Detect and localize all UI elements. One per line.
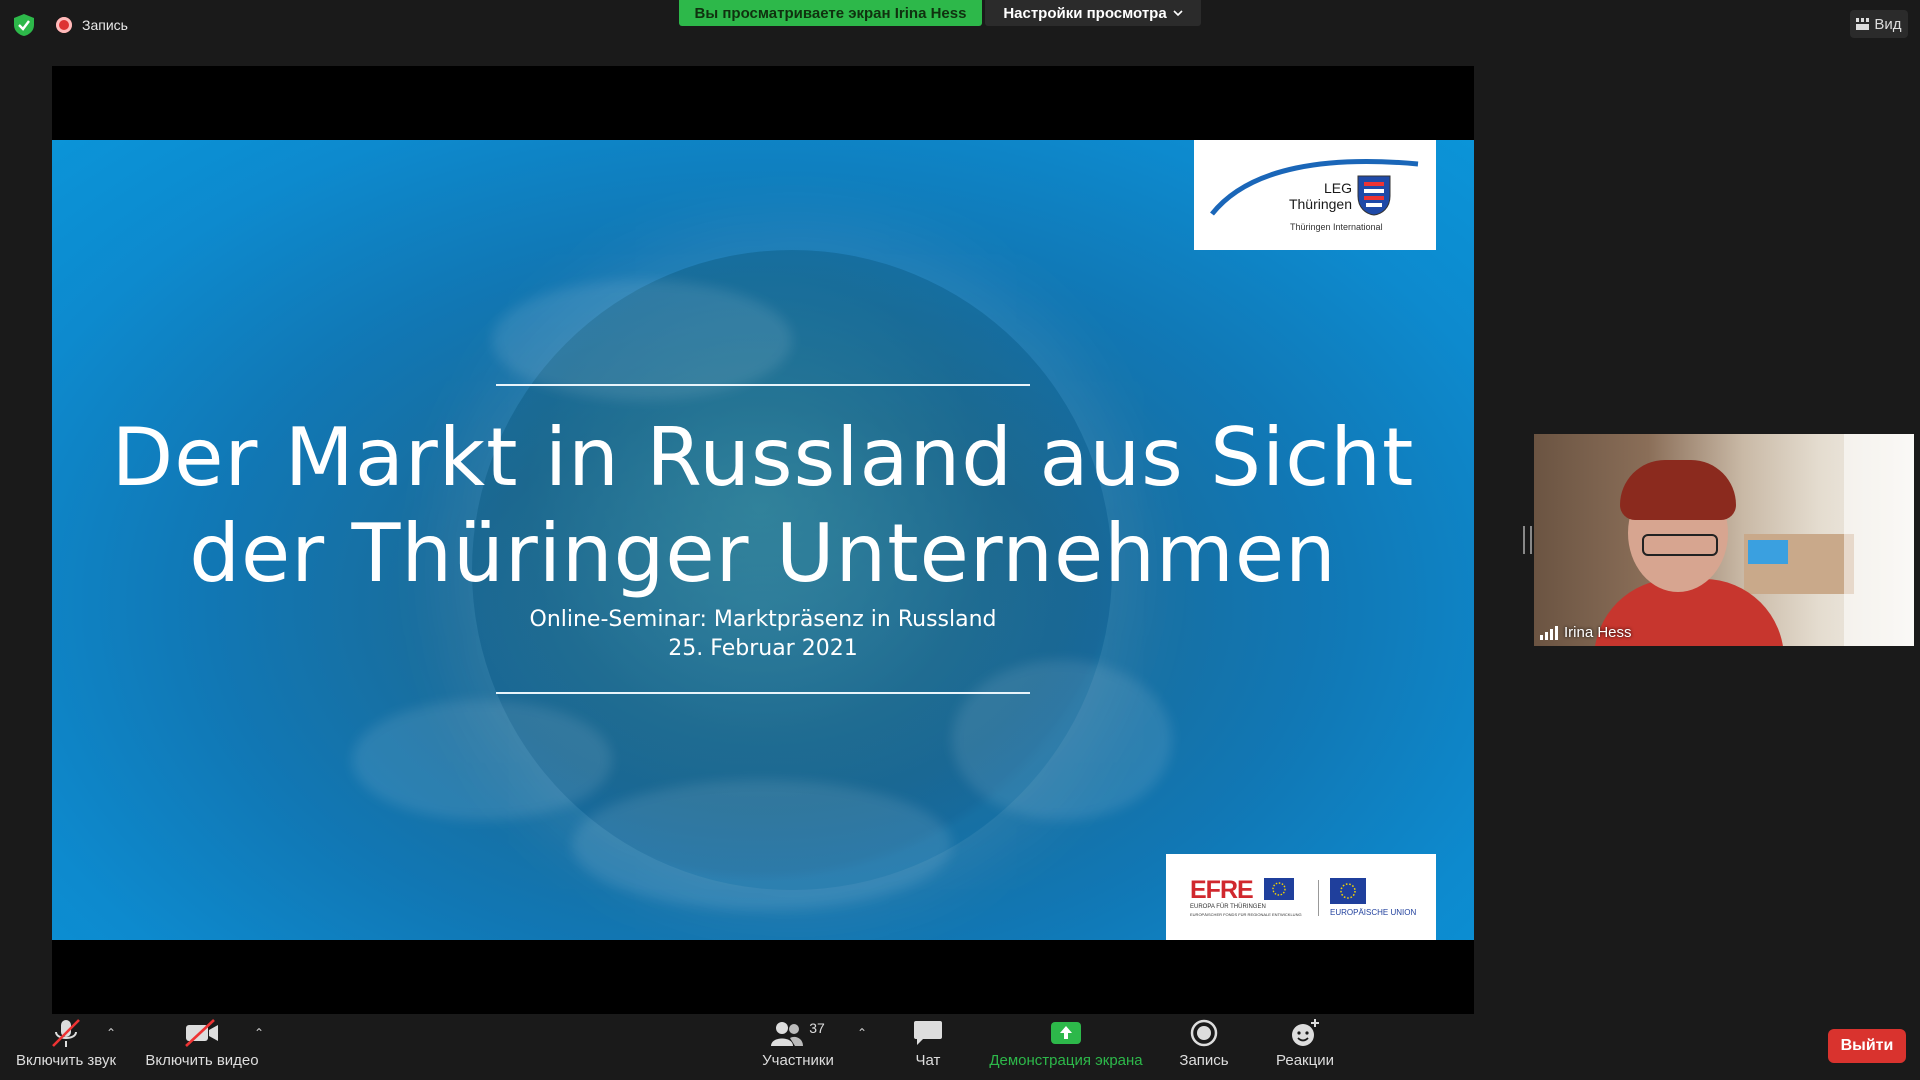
unmute-label: Включить звук [15, 1052, 117, 1069]
share-screen-icon [1050, 1014, 1082, 1052]
chat-bubble-icon [913, 1014, 943, 1052]
unmute-button[interactable]: Включить звук [8, 1014, 124, 1080]
mic-muted-icon [49, 1014, 83, 1052]
grid-view-icon [1856, 18, 1870, 30]
participant-hair [1620, 460, 1736, 520]
record-button[interactable]: Запись [1168, 1014, 1240, 1080]
slide-subtitle-line1: Online-Seminar: Marktpräsenz in Russland [529, 607, 997, 632]
participants-icon [771, 1022, 804, 1046]
eu-flag-icon [1330, 878, 1366, 904]
share-screen-button[interactable]: Демонстрация экрана [980, 1014, 1152, 1080]
view-settings-label: Настройки просмотра [1003, 4, 1167, 22]
view-button[interactable]: Вид [1850, 10, 1908, 38]
title-rule-bottom [496, 692, 1030, 694]
efre-tagline: EUROPA FÜR THÜRINGEN EUROPÄISCHER FONDS … [1190, 904, 1302, 918]
leave-meeting-button[interactable]: Выйти [1828, 1029, 1906, 1063]
background-poster [1748, 540, 1788, 564]
efre-name: EFRE [1190, 876, 1254, 904]
cloud-decoration [352, 700, 612, 820]
eu-flag-icon [1264, 878, 1294, 900]
slide-title-line1: Der Markt in Russland aus Sicht [111, 411, 1415, 504]
participants-label: Участники [762, 1052, 834, 1069]
thueringen-coat-of-arms-icon [1357, 175, 1391, 216]
leg-text-line1: LEG [1323, 180, 1352, 196]
recording-dot-icon [56, 17, 72, 33]
reactions-label: Реакции [1276, 1052, 1334, 1069]
record-label: Запись [1179, 1052, 1229, 1069]
share-screen-label: Демонстрация экрана [989, 1052, 1143, 1069]
participants-icon-row: 37 [771, 1014, 825, 1052]
cloud-decoration [492, 280, 792, 400]
efre-eu-logo: EFRE EUROPA FÜR THÜRINGEN EUROPÄISCHER F… [1166, 854, 1436, 940]
panel-resize-handle[interactable] [1523, 526, 1532, 554]
view-settings-dropdown[interactable]: Настройки просмотра [985, 0, 1201, 26]
cloud-decoration [952, 660, 1172, 820]
leg-text-line2: Thüringen [1288, 196, 1352, 212]
slide-title-line2: der Thüringer Unternehmen [189, 507, 1337, 600]
start-video-button[interactable]: Включить видео [140, 1014, 264, 1080]
window-curtain [1844, 434, 1914, 646]
title-rule-top [496, 384, 1030, 386]
participant-video-tile[interactable]: Irina Hess [1534, 434, 1914, 646]
glasses [1642, 534, 1718, 556]
slide-subtitle: Online-Seminar: Marktpräsenz in Russland… [52, 605, 1474, 663]
leg-subtitle: Thüringen International [1290, 222, 1383, 232]
participant-name: Irina Hess [1564, 624, 1632, 641]
video-off-icon [184, 1014, 220, 1052]
logo-divider [1318, 880, 1319, 916]
screen-share-banner: Вы просматриваете экран Irina Hess [679, 0, 982, 26]
efre-tagline-line1: EUROPA FÜR THÜRINGEN [1190, 904, 1266, 910]
security-shield-icon[interactable] [14, 14, 34, 36]
leg-text: LEG Thüringen [1282, 180, 1352, 212]
record-icon [1190, 1014, 1218, 1052]
reactions-smiley-icon [1290, 1014, 1320, 1052]
shared-screen[interactable]: Der Markt in Russland aus Sicht der Thür… [52, 66, 1474, 1014]
top-bar: Запись Вы просматриваете экран Irina Hes… [0, 0, 1920, 48]
meeting-toolbar: Включить звук ⌃ Включить видео ⌃ 37 Учас… [0, 1014, 1920, 1080]
chevron-down-icon [1173, 10, 1183, 17]
recording-label: Запись [82, 17, 128, 33]
video-options-caret-icon[interactable]: ⌃ [254, 1026, 264, 1040]
start-video-label: Включить видео [145, 1052, 259, 1069]
connection-signal-icon [1540, 625, 1558, 640]
leg-thueringen-logo: LEG Thüringen Thüringen International [1194, 140, 1436, 250]
view-button-label: Вид [1874, 15, 1902, 33]
recording-indicator[interactable]: Запись [56, 17, 128, 33]
chat-label: Чат [915, 1052, 941, 1069]
participants-count: 37 [809, 1020, 825, 1036]
reactions-button[interactable]: Реакции [1266, 1014, 1344, 1080]
participants-options-caret-icon[interactable]: ⌃ [857, 1026, 867, 1040]
audio-options-caret-icon[interactable]: ⌃ [106, 1026, 116, 1040]
efre-tagline-line2: EUROPÄISCHER FONDS FÜR REGIONALE ENTWICK… [1190, 912, 1302, 917]
presentation-slide: Der Markt in Russland aus Sicht der Thür… [52, 140, 1474, 940]
eu-union-label: EUROPÄISCHE UNION [1330, 908, 1417, 917]
participant-name-tag: Irina Hess [1540, 624, 1632, 641]
chat-button[interactable]: Чат [900, 1014, 956, 1080]
participants-button[interactable]: 37 Участники [748, 1014, 848, 1080]
slide-title: Der Markt in Russland aus Sicht der Thür… [52, 410, 1474, 602]
slide-subtitle-line2: 25. Februar 2021 [668, 636, 858, 661]
cloud-decoration [572, 780, 952, 910]
